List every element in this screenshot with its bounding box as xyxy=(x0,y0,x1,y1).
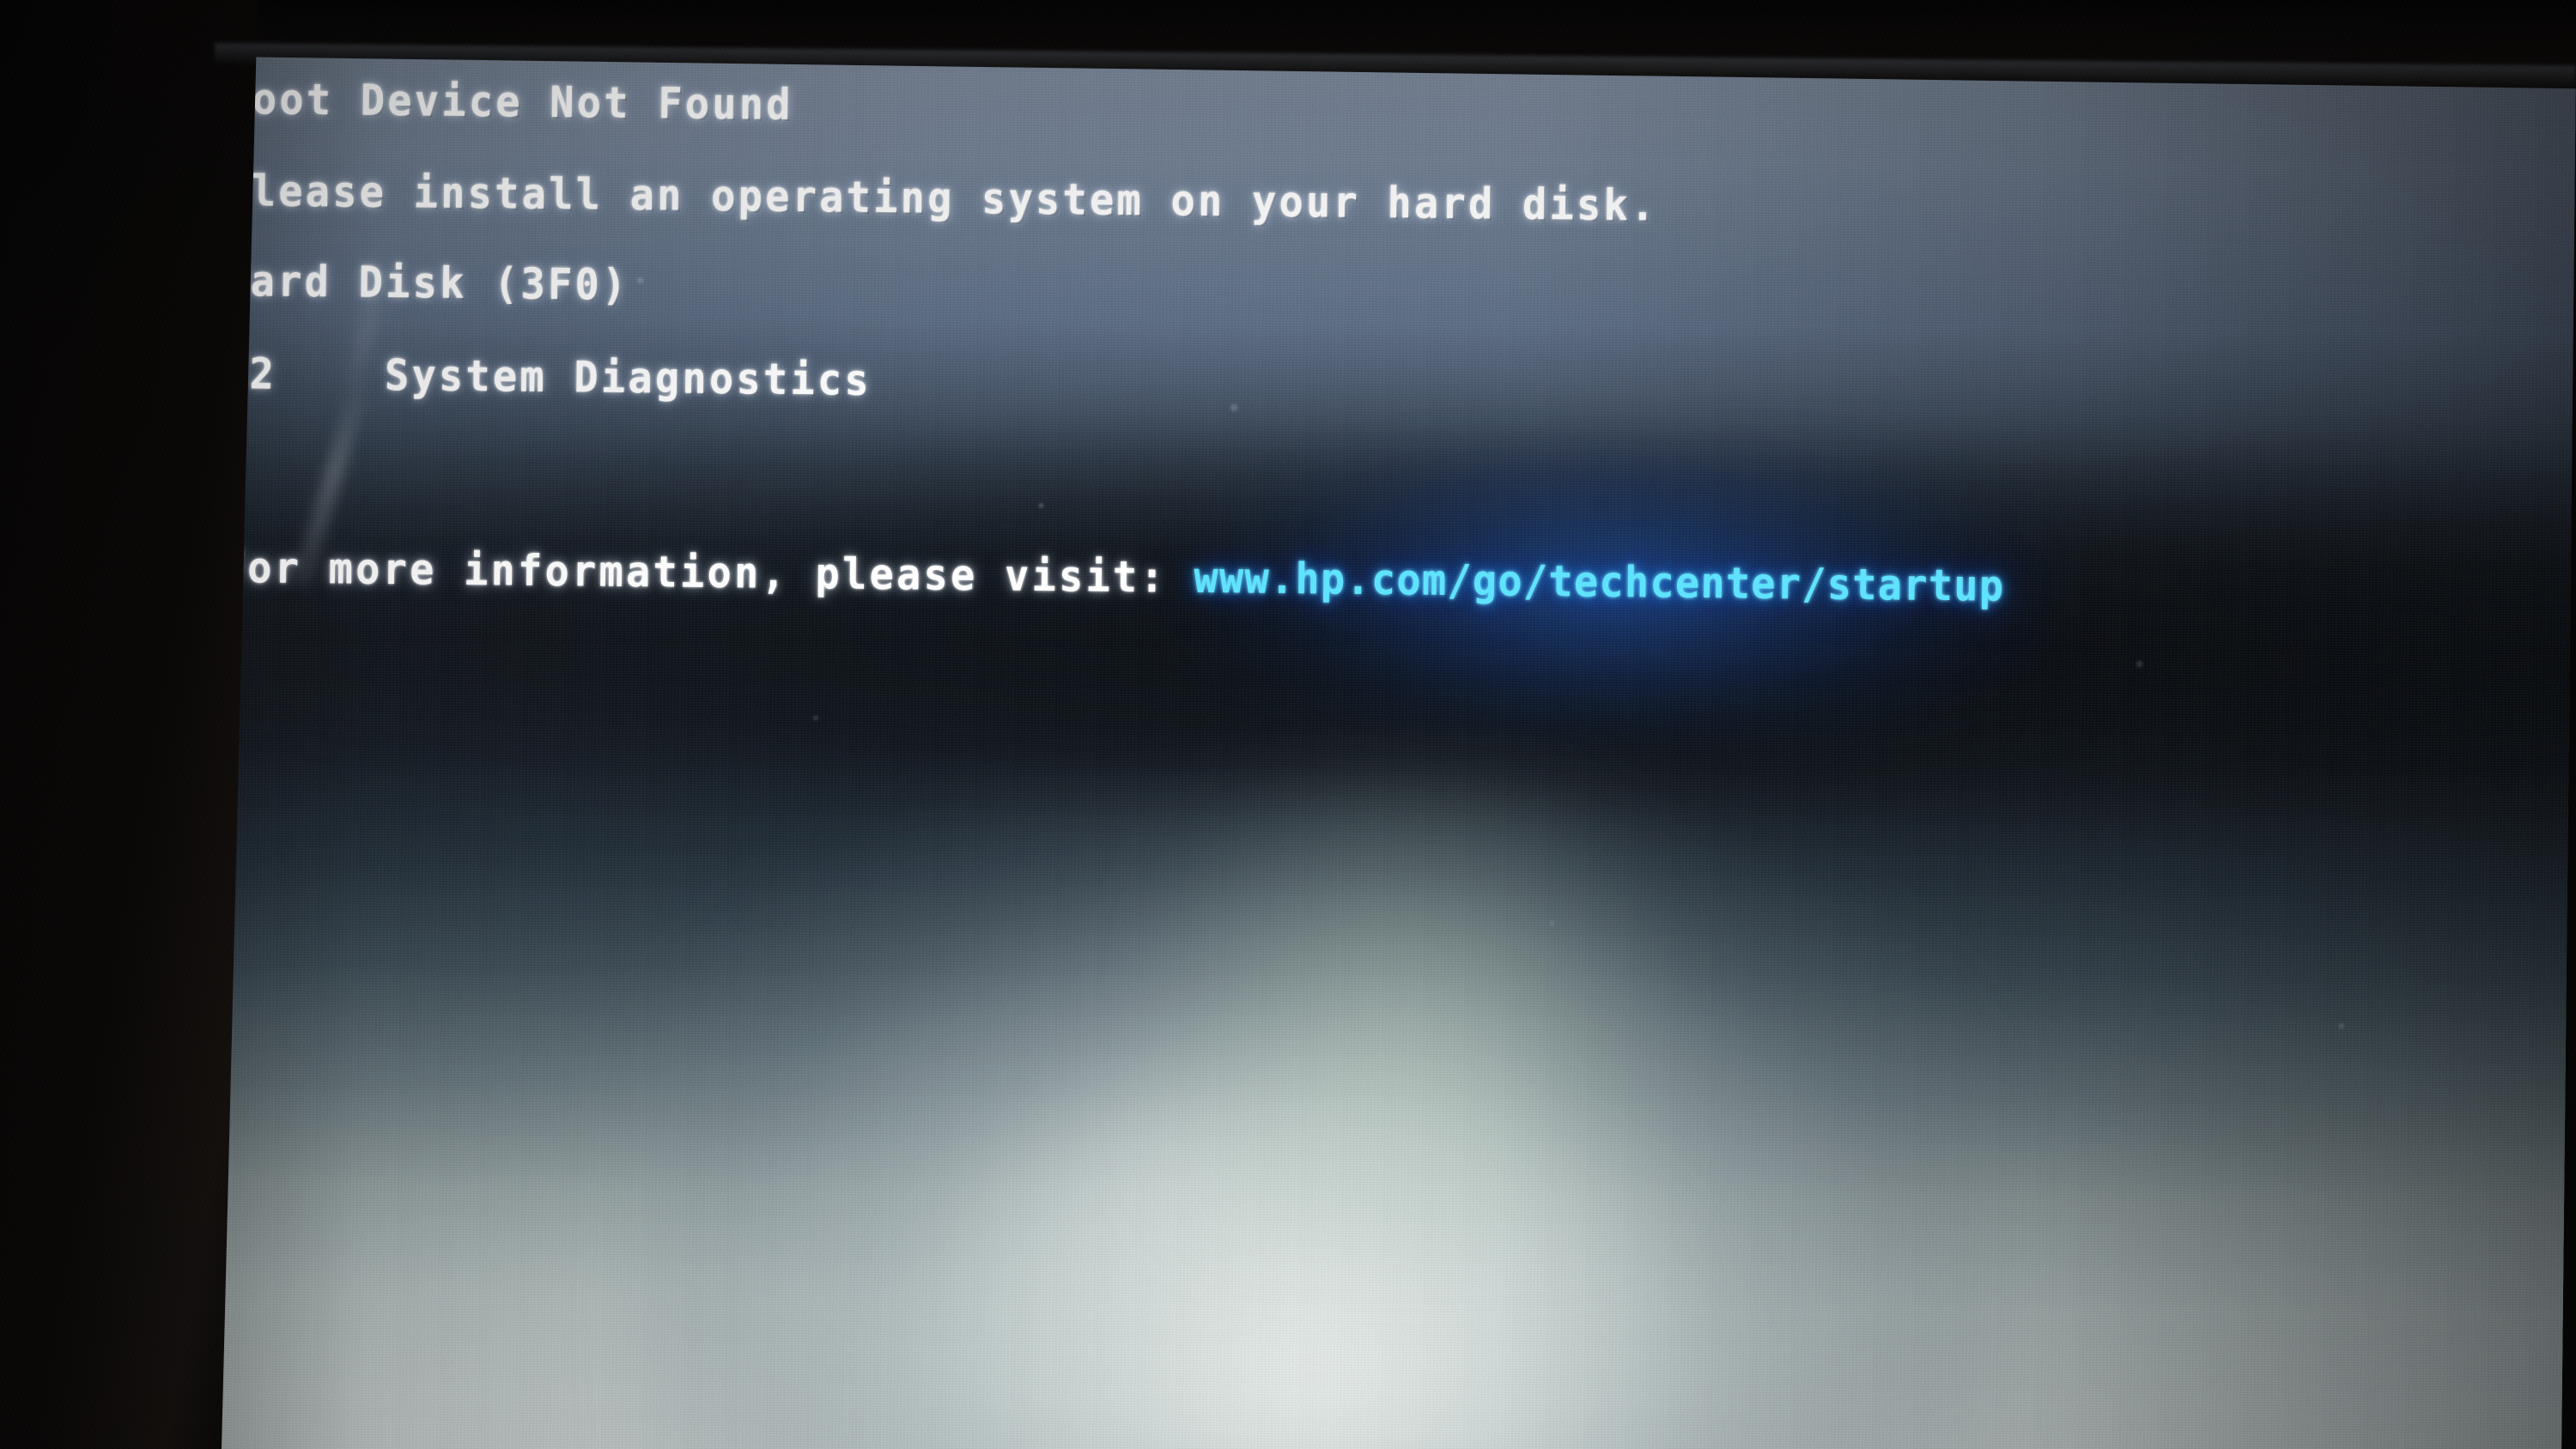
boot-error-title: Boot Device Not Found xyxy=(225,74,794,130)
laptop-screen-photo: Boot Device Not Found Please install an … xyxy=(0,0,2576,1449)
screen-bezel-left xyxy=(0,0,258,1449)
more-information-row: For more information, please visit: www.… xyxy=(220,543,2004,611)
support-url-link[interactable]: www.hp.com/go/techcenter/startup xyxy=(1194,553,2004,611)
boot-error-device-code: Hard Disk (3F0) xyxy=(222,256,629,311)
boot-error-instruction: Please install an operating system on yo… xyxy=(223,166,1658,232)
bios-message-text: Boot Device Not Found Please install an … xyxy=(204,48,2576,1449)
lcd-screen: Boot Device Not Found Please install an … xyxy=(204,48,2576,1449)
function-key-system-diagnostics[interactable]: F2 System Diagnostics xyxy=(222,349,872,405)
more-information-label: For more information, please visit: xyxy=(220,543,1194,603)
